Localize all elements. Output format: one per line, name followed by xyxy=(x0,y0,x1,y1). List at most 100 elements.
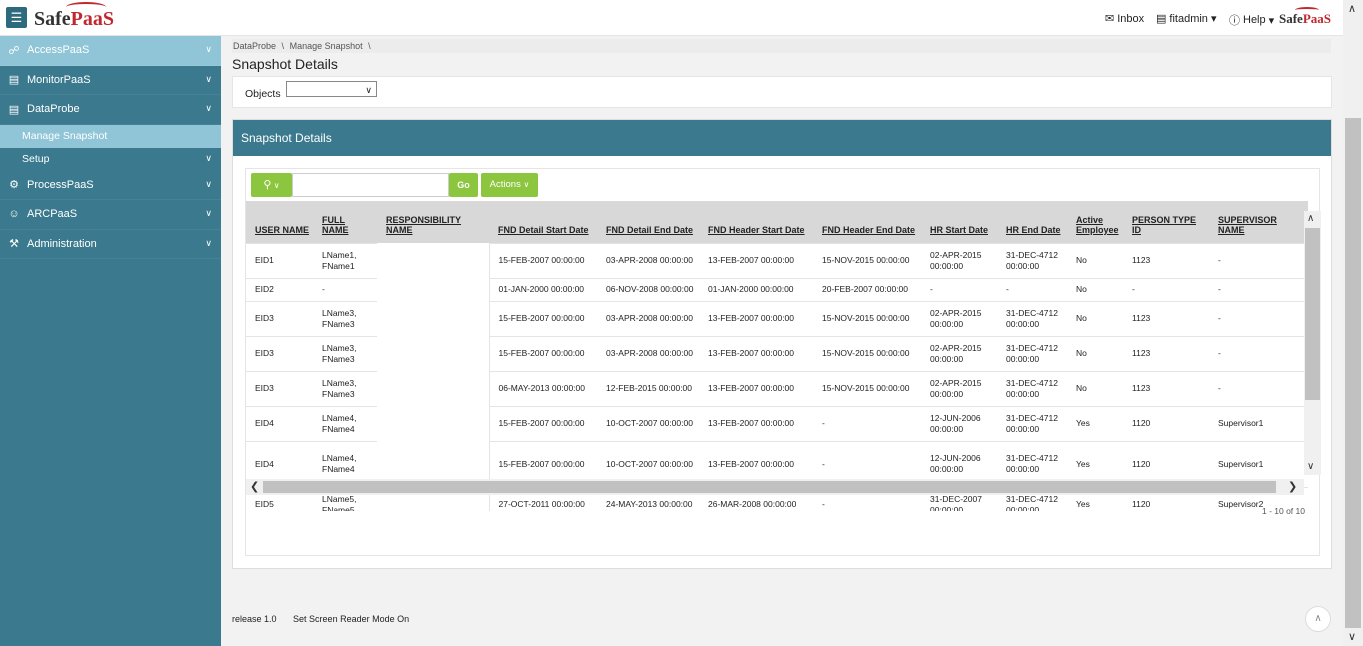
table-cell: EID2 xyxy=(246,277,313,301)
column-header[interactable]: FND Detail Start Date xyxy=(489,201,597,243)
column-header[interactable]: FND Detail End Date xyxy=(597,201,699,243)
table-cell: No xyxy=(1067,277,1123,301)
table-cell xyxy=(377,371,490,406)
table-cell: 06-NOV-2008 00:00:00 xyxy=(597,277,699,301)
table-cell xyxy=(377,243,490,278)
go-button[interactable]: Go xyxy=(449,173,478,197)
column-header[interactable]: HR Start Date xyxy=(921,201,997,243)
page-scrollbar[interactable]: ∧ ∨ xyxy=(1343,0,1363,646)
table-row[interactable]: EID4 LName4, FName4 15-FEB-2007 00:00:00 10… xyxy=(246,405,1308,441)
horizontal-scroll-thumb[interactable] xyxy=(263,481,1276,493)
main-content: DataProbe \ Manage Snapshot \ Snapshot D… xyxy=(221,36,1343,646)
help-icon: ⓘ xyxy=(1229,15,1240,27)
table-cell: 13-FEB-2007 00:00:00 xyxy=(699,335,813,371)
table-vertical-scrollbar[interactable]: ∧ ∨ xyxy=(1304,211,1321,475)
table-cell: 13-FEB-2007 00:00:00 xyxy=(699,370,813,406)
table-cell: 02-APR-2015 00:00:00 xyxy=(921,370,997,406)
table-cell: - xyxy=(313,277,377,301)
column-header[interactable]: PERSON TYPE ID xyxy=(1123,201,1209,243)
table-header-row: USER NAME FULL NAME RESPONSIBILITY NAME … xyxy=(246,201,1308,243)
pagination-info: 1 - 10 of 10 xyxy=(1261,506,1305,516)
sidebar-item-dataprobe[interactable]: ▤ DataProbe ∨ xyxy=(0,95,221,125)
table-cell: 1123 xyxy=(1123,370,1209,406)
monitor-icon: ▤ xyxy=(8,74,20,87)
table-cell: 1123 xyxy=(1123,300,1209,336)
table-cell: EID4 xyxy=(246,405,313,441)
chevron-up-icon: ∧ xyxy=(1314,613,1322,624)
scroll-up-icon[interactable]: ∧ xyxy=(1307,213,1314,224)
chevron-down-icon: ∨ xyxy=(271,181,280,190)
user-menu[interactable]: ▤ fitadmin ▾ xyxy=(1156,12,1216,26)
section-title: Snapshot Details xyxy=(233,120,1331,156)
table-cell: - xyxy=(1209,277,1308,301)
table-row[interactable]: EID1 LName1, FName1 15-FEB-2007 00:00:00 03… xyxy=(246,242,1308,278)
sidebar-item-accesspaas[interactable]: ☍ AccessPaaS ∨ xyxy=(0,36,221,66)
table-row[interactable]: EID2-01-JAN-2000 00:00:00 06-NOV-2008 00:… xyxy=(246,277,1308,301)
scroll-down-icon[interactable]: ∨ xyxy=(1307,461,1314,472)
column-header[interactable]: USER NAME xyxy=(246,201,313,243)
table-row[interactable]: EID3 LName3, FName3 15-FEB-2007 00:00:00 03… xyxy=(246,300,1308,336)
table-cell: 1123 xyxy=(1123,335,1209,371)
scroll-down-icon[interactable]: ∨ xyxy=(1348,630,1356,643)
table-cell: 13-FEB-2007 00:00:00 xyxy=(699,300,813,336)
table-cell: EID3 xyxy=(246,370,313,406)
column-header[interactable]: Active Employee xyxy=(1067,201,1123,243)
sidebar-item-manage-snapshot[interactable]: Manage Snapshot xyxy=(0,124,221,148)
sidebar-item-setup[interactable]: Setup ∨ xyxy=(0,148,221,171)
scroll-left-icon[interactable]: ❮ xyxy=(250,480,259,493)
table-row[interactable]: EID3 LName3, FName3 15-FEB-2007 00:00:00 03… xyxy=(246,335,1308,371)
column-header[interactable]: SUPERVISOR NAME xyxy=(1209,201,1308,243)
table-cell: 31-DEC-4712 00:00:00 xyxy=(997,370,1067,406)
table-cell: Supervisor1 xyxy=(1209,405,1308,441)
sidebar-item-arcpaas[interactable]: ☺ ARCPaaS ∨ xyxy=(0,200,221,230)
actions-button[interactable]: Actions ∨ xyxy=(481,173,538,197)
safepaas-logo[interactable]: SafePaaS xyxy=(34,2,114,31)
hamburger-icon[interactable]: ☰ xyxy=(6,7,27,28)
search-column-button[interactable]: ⚲ ∨ xyxy=(251,173,292,197)
screen-reader-link[interactable]: Set Screen Reader Mode On xyxy=(293,614,409,624)
scroll-up-icon[interactable]: ∧ xyxy=(1348,2,1356,15)
chevron-down-icon: ∨ xyxy=(205,44,212,54)
chevron-down-icon: ∨ xyxy=(205,73,212,84)
column-header[interactable]: RESPONSIBILITY NAME xyxy=(377,201,489,243)
vertical-scroll-thumb[interactable] xyxy=(1305,228,1320,400)
table-cell: No xyxy=(1067,242,1123,278)
inbox-link[interactable]: ✉ Inbox xyxy=(1105,12,1144,26)
sidebar: ☍ AccessPaaS ∨ ▤ MonitorPaaS ∨ ▤ DataPro… xyxy=(0,36,221,646)
lock-icon: ☍ xyxy=(8,44,20,57)
breadcrumb-manage-snapshot[interactable]: Manage Snapshot xyxy=(290,41,363,51)
table-cell: No xyxy=(1067,300,1123,336)
table-cell: 20-FEB-2007 00:00:00 xyxy=(813,277,921,301)
table-cell: 15-FEB-2007 00:00:00 xyxy=(489,335,597,371)
help-menu[interactable]: ⓘ Help ▾ xyxy=(1229,12,1274,28)
table-row[interactable]: EID3 LName3, FName3 06-MAY-2013 00:00:00 12… xyxy=(246,370,1308,406)
table-cell: - xyxy=(1123,277,1209,301)
table-cell: 13-FEB-2007 00:00:00 xyxy=(699,242,813,278)
release-version: release 1.0 xyxy=(232,614,277,624)
table-cell: 1123 xyxy=(1123,242,1209,278)
column-header[interactable]: FULL NAME xyxy=(313,201,377,243)
safepaas-logo-small: SafePaaS xyxy=(1279,7,1331,27)
page-scroll-thumb[interactable] xyxy=(1345,118,1361,628)
table-cell: 03-APR-2008 00:00:00 xyxy=(597,300,699,336)
sidebar-item-monitorpaas[interactable]: ▤ MonitorPaaS ∨ xyxy=(0,66,221,95)
table-cell: 15-NOV-2015 00:00:00 xyxy=(813,335,921,371)
scroll-right-icon[interactable]: ❯ xyxy=(1288,480,1297,493)
column-header[interactable]: FND Header End Date xyxy=(813,201,921,243)
table-cell: No xyxy=(1067,370,1123,406)
sidebar-item-processpaas[interactable]: ⚙ ProcessPaaS ∨ xyxy=(0,171,221,200)
table-scroll-area[interactable]: USER NAME FULL NAME RESPONSIBILITY NAME … xyxy=(246,201,1308,511)
back-to-top-button[interactable]: ∧ xyxy=(1305,606,1331,632)
column-header[interactable]: FND Header Start Date xyxy=(699,201,813,243)
table-cell: EID3 xyxy=(246,335,313,371)
breadcrumb-dataprobe[interactable]: DataProbe xyxy=(233,41,276,51)
report-grid: ⚲ ∨ Go Actions ∨ USER NAME FULL NAME RES… xyxy=(245,168,1321,556)
sidebar-item-administration[interactable]: ⚒ Administration ∨ xyxy=(0,230,221,259)
search-input[interactable] xyxy=(292,173,449,197)
table-cell xyxy=(377,278,490,301)
column-header[interactable]: HR End Date xyxy=(997,201,1067,243)
table-cell: - xyxy=(921,277,997,301)
table-horizontal-scrollbar[interactable]: ❮ ❯ xyxy=(246,479,1304,495)
table-cell: 03-APR-2008 00:00:00 xyxy=(597,335,699,371)
objects-select[interactable]: ∨ xyxy=(286,81,377,97)
